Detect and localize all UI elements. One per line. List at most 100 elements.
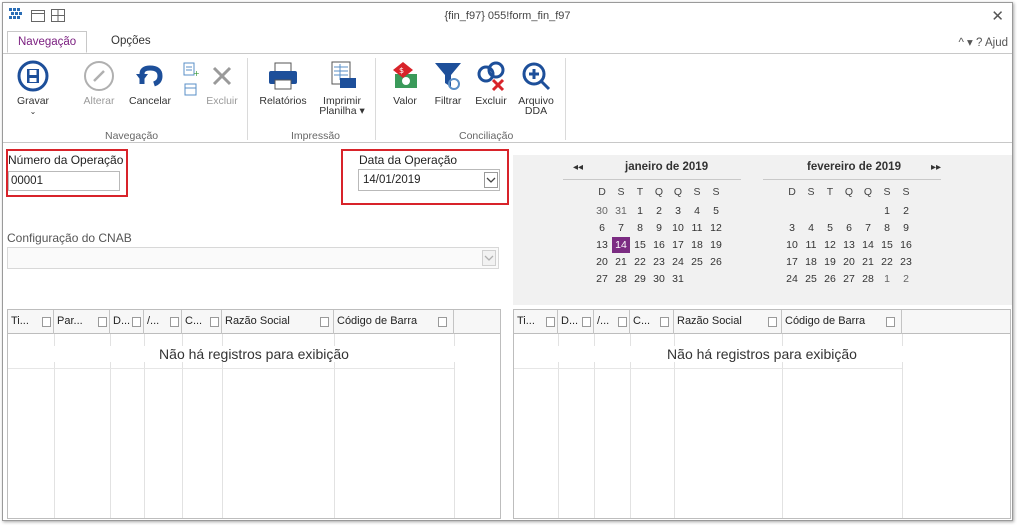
calendar-day[interactable]: 1 [631, 203, 649, 219]
calendar-day[interactable]: 10 [783, 237, 801, 253]
filtrar-button[interactable]: Filtrar [431, 60, 465, 106]
calendar-day[interactable]: 19 [821, 254, 839, 270]
filter-icon[interactable] [170, 317, 179, 327]
calendar-day[interactable]: 1 [878, 271, 896, 287]
column-header[interactable]: Ti... [8, 310, 54, 334]
column-header[interactable]: Ti... [514, 310, 558, 334]
calendar-day[interactable]: 22 [631, 254, 649, 270]
calendar-day[interactable]: 20 [840, 254, 858, 270]
calendar-day[interactable]: 26 [707, 254, 725, 270]
calendar-day[interactable]: 12 [707, 220, 725, 236]
small-add-button[interactable]: + [181, 62, 201, 102]
calendar-day[interactable]: 27 [593, 271, 611, 287]
calendar-day[interactable]: 6 [593, 220, 611, 236]
calendar-day[interactable]: 9 [650, 220, 668, 236]
calendar-day[interactable]: 4 [802, 220, 820, 236]
calendar-day[interactable]: 31 [612, 203, 630, 219]
column-header[interactable]: Código de Barra [334, 310, 454, 334]
alterar-button[interactable]: Alterar [79, 60, 119, 106]
filter-icon[interactable] [660, 317, 669, 327]
calendar-day[interactable]: 5 [707, 203, 725, 219]
column-header[interactable]: Par... [54, 310, 110, 334]
filter-icon[interactable] [768, 317, 777, 327]
excluir-button[interactable]: Excluir [205, 60, 239, 106]
column-header[interactable]: C... [182, 310, 222, 334]
calendar-day[interactable]: 28 [859, 271, 877, 287]
imprimir-planilha-button[interactable]: Imprimir Planilha ▾ [317, 60, 367, 116]
filter-icon[interactable] [210, 317, 219, 327]
calendar-day[interactable]: 9 [897, 220, 915, 236]
calendar-day[interactable]: 11 [688, 220, 706, 236]
valor-button[interactable]: $ Valor [385, 60, 425, 106]
filter-icon[interactable] [98, 317, 107, 327]
prev-month-icon[interactable]: ◂◂ [573, 162, 583, 173]
close-icon[interactable]: ✕ [991, 7, 1004, 25]
column-header[interactable]: Razão Social [222, 310, 334, 334]
calendar-day[interactable]: 25 [688, 254, 706, 270]
calendar-day[interactable]: 17 [783, 254, 801, 270]
calendar-day[interactable]: 14 [859, 237, 877, 253]
calendar-day[interactable]: 15 [878, 237, 896, 253]
calendar-day[interactable]: 25 [802, 271, 820, 287]
calendar-day[interactable]: 31 [669, 271, 687, 287]
calendar-day[interactable]: 27 [840, 271, 858, 287]
calendar-day[interactable]: 4 [688, 203, 706, 219]
calendar-day[interactable]: 13 [593, 237, 611, 253]
next-month-icon[interactable]: ▸▸ [931, 162, 941, 173]
calendar-day[interactable]: 17 [669, 237, 687, 253]
calendar-day[interactable]: 8 [631, 220, 649, 236]
arquivo-dda-button[interactable]: Arquivo DDA [515, 60, 557, 116]
calendar-day[interactable]: 15 [631, 237, 649, 253]
calendar-day[interactable]: 23 [897, 254, 915, 270]
calendar-day[interactable]: 28 [612, 271, 630, 287]
column-header[interactable]: D... [558, 310, 594, 334]
calendar-day[interactable]: 29 [631, 271, 649, 287]
filter-icon[interactable] [438, 317, 447, 327]
excluir-conciliacao-button[interactable]: Excluir [471, 60, 511, 106]
filter-icon[interactable] [132, 317, 141, 327]
column-header[interactable]: D... [110, 310, 144, 334]
tab-opcoes[interactable]: Opções [101, 31, 161, 53]
calendar-day[interactable]: 24 [669, 254, 687, 270]
calendar-day[interactable]: 3 [669, 203, 687, 219]
column-header[interactable]: Código de Barra [782, 310, 902, 334]
tab-navegacao[interactable]: Navegação [7, 31, 88, 53]
calendar-day[interactable]: 23 [650, 254, 668, 270]
calendar-day[interactable]: 8 [878, 220, 896, 236]
calendar-day[interactable]: 12 [821, 237, 839, 253]
filter-icon[interactable] [320, 317, 329, 327]
column-header[interactable]: /... [594, 310, 630, 334]
calendar-day[interactable]: 22 [878, 254, 896, 270]
calendar-day[interactable]: 16 [650, 237, 668, 253]
calendar-day[interactable]: 26 [821, 271, 839, 287]
calendar-day[interactable]: 3 [783, 220, 801, 236]
filter-icon[interactable] [42, 317, 51, 327]
calendar-day[interactable]: 10 [669, 220, 687, 236]
calendar-day[interactable]: 5 [821, 220, 839, 236]
calendar-day[interactable]: 30 [650, 271, 668, 287]
column-header[interactable]: /... [144, 310, 182, 334]
filter-icon[interactable] [582, 317, 591, 327]
calendar-day[interactable]: 19 [707, 237, 725, 253]
cnab-dropdown-button[interactable] [482, 250, 496, 266]
calendar-day[interactable]: 6 [840, 220, 858, 236]
calendar-day[interactable]: 7 [612, 220, 630, 236]
cnab-select[interactable] [7, 247, 499, 269]
filter-icon[interactable] [618, 317, 627, 327]
calendar-day[interactable]: 21 [859, 254, 877, 270]
calendar-day[interactable]: 2 [897, 203, 915, 219]
calendar-day[interactable]: 20 [593, 254, 611, 270]
column-header[interactable]: C... [630, 310, 674, 334]
calendar-day[interactable]: 18 [802, 254, 820, 270]
calendar-day[interactable]: 1 [878, 203, 896, 219]
ribbon-help-controls[interactable]: ^ ▾ ? Ajud [958, 35, 1008, 49]
cancelar-button[interactable]: Cancelar [127, 60, 173, 106]
calendar-day[interactable]: 30 [593, 203, 611, 219]
calendar-day[interactable]: 13 [840, 237, 858, 253]
calendar-day[interactable]: 16 [897, 237, 915, 253]
calendar-day[interactable]: 11 [802, 237, 820, 253]
calendar-day[interactable]: 2 [897, 271, 915, 287]
calendar-day[interactable]: 2 [650, 203, 668, 219]
relatorios-button[interactable]: Relatórios [257, 60, 309, 106]
gravar-button[interactable]: Gravar ⌄ [15, 60, 51, 117]
